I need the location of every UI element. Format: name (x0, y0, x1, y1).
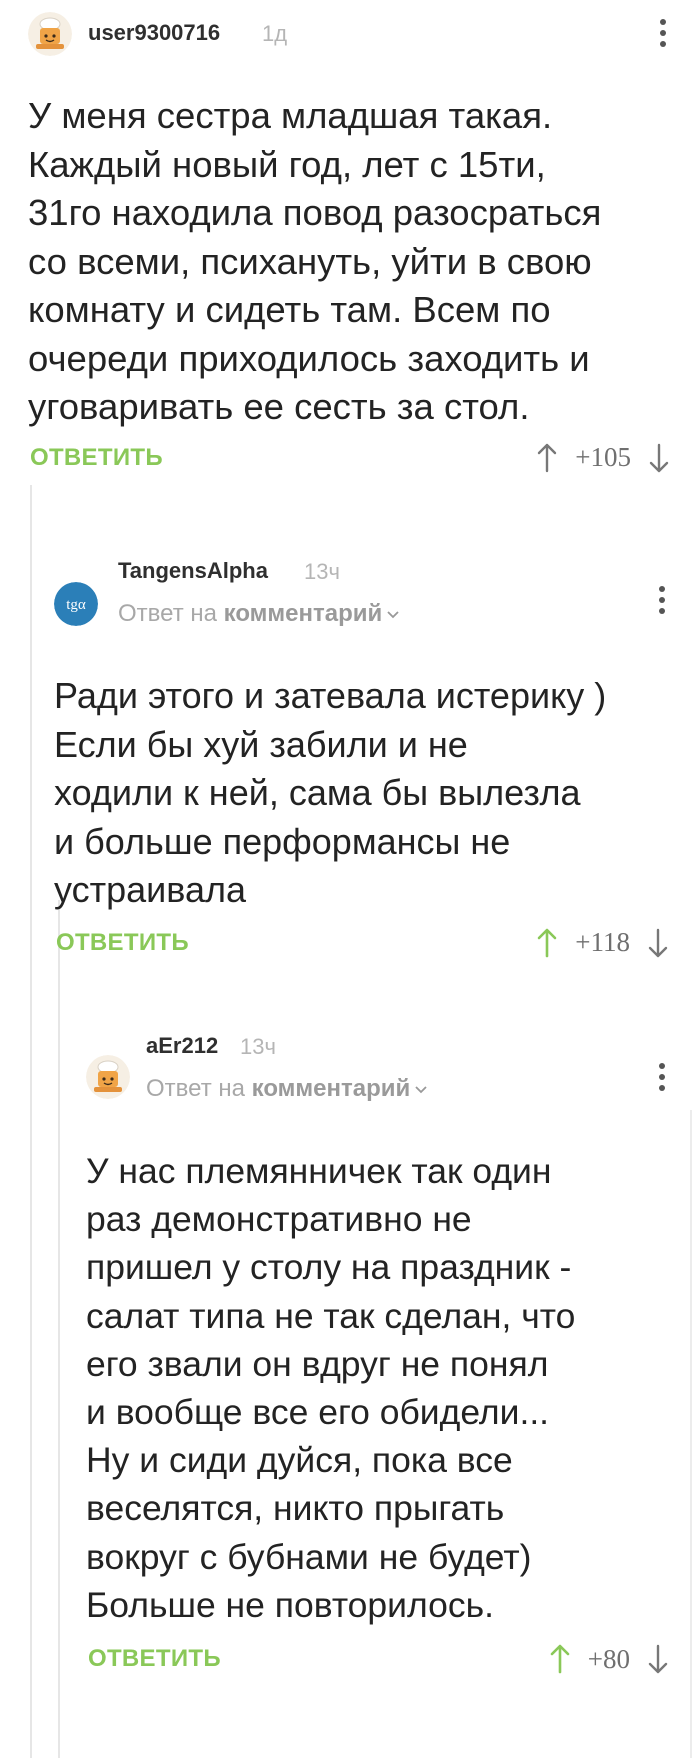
more-vertical-icon[interactable] (652, 583, 672, 617)
comment-actions: ОТВЕТИТЬ +80 (86, 1635, 672, 1685)
arrow-down-icon[interactable] (644, 1641, 672, 1677)
reply-to-target[interactable]: комментарий (224, 600, 383, 627)
svg-text:tgα: tgα (66, 597, 86, 613)
reply-to-link[interactable]: Ответ на комментарий (146, 1075, 428, 1103)
thread-line-level-3 (690, 1110, 692, 1758)
comment: user9300716 1д У меня сестра младшая так… (28, 12, 673, 484)
arrow-down-icon[interactable] (645, 440, 673, 476)
reply-to-prefix: Ответ на (146, 1075, 245, 1102)
baker-avatar-icon (86, 1055, 130, 1099)
rating: +118 (575, 927, 630, 957)
timestamp: 1д (262, 21, 288, 46)
rating: +80 (587, 1643, 630, 1674)
thread-line-level-1 (30, 485, 32, 1758)
username[interactable]: aEr212 (146, 1033, 218, 1059)
more-vertical-icon[interactable] (652, 1060, 672, 1094)
chevron-down-icon[interactable] (386, 608, 400, 622)
timestamp: 13ч (240, 1034, 276, 1059)
vote-controls: +118 (533, 923, 672, 963)
rating: +105 (575, 442, 631, 472)
avatar[interactable] (28, 12, 72, 56)
comment-text: У меня сестра младшая такая. Каждый новы… (28, 95, 602, 427)
comment: aEr212 13ч Ответ на комментарий У нас пл… (86, 1033, 672, 1685)
reply-button[interactable]: ОТВЕТИТЬ (56, 929, 189, 957)
username[interactable]: user9300716 (88, 20, 220, 46)
baker-avatar-icon (28, 12, 72, 56)
thread-line-level-2 (58, 900, 60, 1758)
comment-text: Ради этого и затевала истерику ) Если бы… (54, 675, 607, 910)
arrow-down-icon[interactable] (644, 925, 672, 961)
reply-button[interactable]: ОТВЕТИТЬ (30, 444, 163, 472)
comment-actions: ОТВЕТИТЬ +118 (54, 919, 672, 969)
vote-controls: +80 (546, 1639, 672, 1679)
username[interactable]: TangensAlpha (118, 558, 268, 584)
comment: tgα TangensAlpha 13ч Ответ на комментари… (54, 558, 672, 969)
comment-header: aEr212 13ч Ответ на комментарий (86, 1033, 672, 1125)
timestamp: 13ч (304, 559, 340, 584)
reply-to-prefix: Ответ на (118, 600, 217, 627)
reply-to-target[interactable]: комментарий (252, 1075, 411, 1102)
avatar[interactable]: tgα (54, 582, 98, 626)
arrow-up-icon[interactable] (533, 925, 561, 961)
reply-button[interactable]: ОТВЕТИТЬ (88, 1645, 221, 1673)
comment-text: У нас племянничек так один раз демонстра… (86, 1151, 576, 1625)
avatar[interactable] (86, 1055, 130, 1099)
arrow-up-icon[interactable] (533, 440, 561, 476)
vote-controls: +105 (533, 438, 673, 478)
tangens-avatar-icon: tgα (54, 582, 98, 626)
arrow-up-icon[interactable] (546, 1641, 574, 1677)
comment-actions: ОТВЕТИТЬ +105 (28, 434, 673, 484)
comment-header: tgα TangensAlpha 13ч Ответ на комментари… (54, 558, 672, 650)
reply-to-link[interactable]: Ответ на комментарий (118, 600, 400, 628)
more-vertical-icon[interactable] (653, 16, 673, 50)
comment-header: user9300716 1д (28, 12, 673, 72)
chevron-down-icon[interactable] (414, 1083, 428, 1097)
